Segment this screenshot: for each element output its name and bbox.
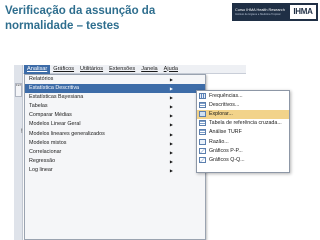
menu-utilitarios[interactable]: Utilitários (77, 65, 106, 74)
menu-item-estatisticas-bayesiana[interactable]: Estatísticas Bayesiana ▶ (25, 93, 205, 102)
submenu-arrow-icon: ▶ (169, 158, 173, 164)
submenu-arrow-icon: ▶ (169, 140, 173, 146)
menu-item-label: Estatísticas Bayesiana (29, 94, 84, 101)
menu-item-modelos-lineares-generalizados[interactable]: Modelos lineares generalizados ▶ (25, 130, 205, 139)
menu-janela[interactable]: Janela (138, 65, 160, 74)
submenu-item-descritivos[interactable]: Descritivos... (197, 100, 289, 109)
submenu-arrow-icon: ▶ (169, 149, 173, 155)
submenu-item-graficos-pp[interactable]: Gráficos P-P... (197, 146, 289, 155)
menu-item-modelos-linear-geral[interactable]: Modelos Linear Geral ▶ (25, 120, 205, 129)
menu-item-label: Modelos mistos (29, 139, 67, 146)
submenu-item-analise-turf[interactable]: Análise TURF (197, 128, 289, 137)
crosstabs-icon (199, 120, 206, 127)
submenu-item-label: Explorar... (209, 111, 233, 118)
left-strip: Ficha ! (14, 65, 23, 240)
submenu-item-explorar[interactable]: Explorar... (197, 109, 289, 119)
menu-item-log-linear[interactable]: Log linear ▶ (25, 166, 205, 175)
submenu-arrow-icon: ▶ (169, 131, 173, 137)
slide-title: Verificação da assunção da normalidade –… (5, 5, 156, 32)
submenu-arrow-icon: ▶ (169, 104, 173, 110)
menu-item-modelos-mistos[interactable]: Modelos mistos ▶ (25, 139, 205, 148)
menu-item-label: Relatórios (29, 76, 54, 82)
menu-analisar[interactable]: Analisar (24, 64, 51, 74)
submenu-item-label: Descritivos... (209, 101, 240, 108)
menu-item-label: Log linear (29, 166, 53, 173)
logo-line2: Instituto de Higiene e Medicina Tropical (235, 12, 281, 16)
menu-item-label: Estatística Descritiva (29, 85, 80, 92)
menu-extensoes[interactable]: Extensões (106, 65, 138, 74)
menu-graficos[interactable]: Gráficos (50, 65, 77, 74)
analyze-menu: Relatórios ▶ Estatística Descritiva ▶ Esta… (24, 74, 206, 240)
explore-icon (199, 111, 206, 118)
menu-item-label: Correlacionar (29, 148, 62, 155)
menu-item-label: Modelos lineares generalizados (29, 130, 105, 137)
menu-item-label: Modelos Linear Geral (29, 121, 81, 128)
menu-item-tabelas[interactable]: Tabelas ▶ (25, 102, 205, 111)
submenu-item-razao[interactable]: Razão... (197, 137, 289, 146)
strip-mark: ! (21, 129, 23, 135)
submenu-arrow-icon: ▶ (169, 122, 173, 128)
submenu-arrow-icon: ▶ (169, 77, 173, 82)
menu-item-estatistica-descritiva[interactable]: Estatística Descritiva ▶ (25, 84, 205, 94)
submenu-item-label: Análise TURF (209, 129, 242, 136)
menu-item-correlacionar[interactable]: Correlacionar ▶ (25, 148, 205, 157)
submenu-arrow-icon: ▶ (169, 113, 173, 119)
submenu-item-tabela-referencia-cruzada[interactable]: Tabela de referência cruzada... (197, 119, 289, 128)
descriptive-statistics-submenu: Frequências... Descritivos... Explorar..… (196, 90, 290, 173)
logo-text: Curso IHMA Health Research Instituto de … (232, 3, 290, 21)
submenu-item-frequencias[interactable]: Frequências... (197, 91, 289, 100)
submenu-item-label: Razão... (209, 138, 229, 145)
submenu-item-graficos-qq[interactable]: Gráficos Q-Q... (197, 156, 289, 165)
ihma-logo: Curso IHMA Health Research Instituto de … (232, 3, 318, 21)
descriptives-icon (199, 101, 206, 108)
menu-item-label: Comparar Médias (29, 112, 72, 119)
submenu-arrow-icon: ▶ (169, 95, 173, 101)
menu-item-regressao[interactable]: Regressão ▶ (25, 157, 205, 166)
frequencies-icon (199, 92, 206, 99)
menu-item-label: Tabelas (29, 103, 48, 110)
qq-plot-icon (199, 157, 206, 163)
menu-ajuda[interactable]: Ajuda (161, 65, 181, 74)
logo-mark: IHMA (290, 5, 316, 19)
submenu-arrow-icon: ▶ (169, 86, 173, 92)
submenu-item-label: Tabela de referência cruzada... (209, 120, 282, 127)
turf-analysis-icon (199, 129, 206, 136)
menu-item-label: Regressão (29, 157, 56, 164)
submenu-item-label: Frequências... (209, 92, 243, 99)
menu-item-comparar-medias[interactable]: Comparar Médias ▶ (25, 111, 205, 120)
ratio-icon (199, 138, 206, 145)
menubar: Analisar Gráficos Utilitários Extensões … (23, 64, 246, 74)
submenu-arrow-icon: ▶ (169, 167, 173, 173)
menu-item-relatorios[interactable]: Relatórios ▶ (25, 75, 205, 84)
file-tab[interactable]: Ficha (15, 83, 22, 97)
submenu-item-label: Gráficos P-P... (209, 147, 243, 154)
pp-plot-icon (199, 147, 206, 154)
submenu-item-label: Gráficos Q-Q... (209, 157, 245, 163)
